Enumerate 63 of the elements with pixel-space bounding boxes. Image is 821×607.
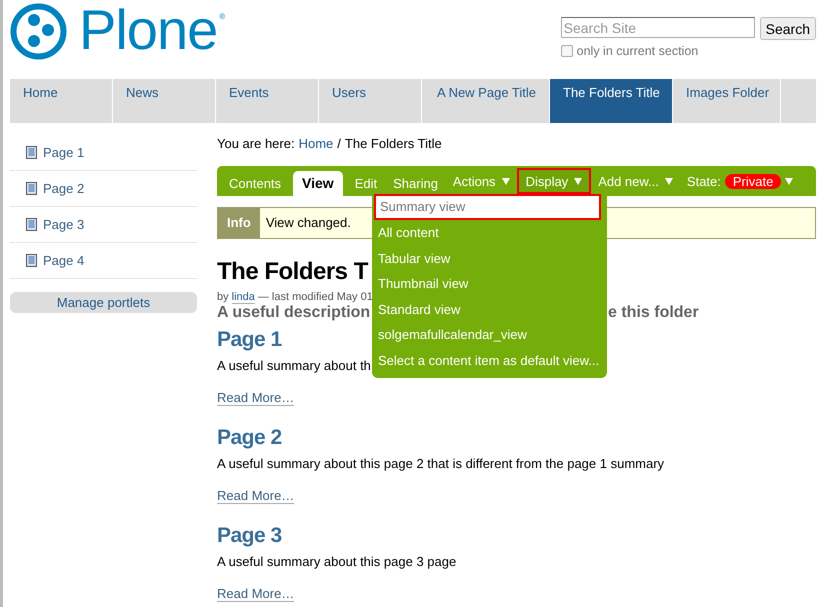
- page-icon: [26, 254, 37, 267]
- edit-tab[interactable]: Sharing: [385, 176, 446, 196]
- menu-button[interactable]: Actions: [446, 168, 517, 194]
- portlet-link[interactable]: Page 2: [43, 181, 84, 196]
- checkbox-label: only in current section: [576, 44, 698, 58]
- item-title-link[interactable]: Page 1: [217, 328, 282, 352]
- registered-mark: ®: [219, 12, 226, 21]
- page-title: The Folders T: [217, 258, 368, 286]
- read-more-link[interactable]: Read More…: [217, 390, 294, 406]
- nav-tab[interactable]: Users: [319, 79, 422, 123]
- breadcrumb-separator: /: [337, 136, 341, 153]
- byline-prefix: by: [217, 291, 229, 304]
- author-link[interactable]: linda: [232, 291, 255, 304]
- read-more-link[interactable]: Read More…: [217, 488, 294, 504]
- page-icon: [26, 146, 37, 159]
- menu-item[interactable]: Tabular view: [372, 246, 607, 271]
- menu-button[interactable]: Add new...: [591, 168, 680, 194]
- edit-tab[interactable]: View: [293, 171, 343, 196]
- item-title-link[interactable]: Page 2: [217, 426, 282, 450]
- state-label: State:: [686, 174, 721, 188]
- portlet-link[interactable]: Page 4: [43, 253, 84, 268]
- nav-tab[interactable]: The Folders Title: [550, 79, 673, 123]
- caret-icon: [574, 178, 582, 184]
- nav-tab-empty: [781, 79, 816, 123]
- item-title-link[interactable]: Page 3: [217, 524, 282, 548]
- description-text: A useful description: [217, 304, 370, 322]
- portlet-link[interactable]: Page 3: [43, 217, 84, 232]
- menu-item[interactable]: Summary view: [374, 194, 601, 220]
- item-summary: A useful summary about th: [217, 358, 371, 373]
- message-type: Info: [218, 208, 260, 238]
- search-button[interactable]: Search: [760, 17, 816, 40]
- breadcrumb-current: The Folders Title: [344, 136, 442, 153]
- page-icon: [26, 218, 37, 231]
- byline-date: — last modified May 01: [258, 291, 373, 304]
- checkbox[interactable]: [560, 45, 573, 57]
- nav-tab[interactable]: A New Page Title: [422, 79, 550, 123]
- manage-portlets-button[interactable]: Manage portlets: [10, 292, 197, 313]
- menu-item[interactable]: Standard view: [372, 296, 607, 322]
- caret-icon: [502, 178, 510, 184]
- search-field[interactable]: Search Site: [560, 17, 755, 38]
- nav-tab[interactable]: News: [113, 79, 216, 123]
- item-summary: A useful summary about this page 2 that is different from the page 1 summary: [217, 456, 664, 471]
- caret-icon: [664, 178, 673, 184]
- logo-text: Plone: [79, 2, 218, 58]
- breadcrumb-link[interactable]: Home: [298, 136, 334, 166]
- nav-tab[interactable]: Images Folder: [673, 79, 781, 123]
- nav-tab[interactable]: Home: [10, 79, 113, 123]
- menu-item[interactable]: Thumbnail view: [372, 271, 607, 296]
- nav-tab[interactable]: Events: [216, 79, 319, 123]
- edit-tab[interactable]: Edit: [346, 176, 386, 196]
- menu-button[interactable]: Display: [516, 168, 592, 194]
- item-summary: A useful summary about this page 3 page: [217, 554, 456, 569]
- state-badge[interactable]: Private: [724, 174, 782, 188]
- menu-item[interactable]: solgemafullcalendar_view: [372, 322, 607, 348]
- logo-icon: [10, 3, 67, 60]
- page-icon: [26, 182, 37, 195]
- read-more-link[interactable]: Read More…: [217, 586, 294, 602]
- portlet-link[interactable]: Page 1: [43, 145, 84, 160]
- caret-icon: [785, 178, 794, 184]
- edit-tab[interactable]: Contents: [221, 176, 290, 196]
- breadcrumb-label: You are here:: [217, 136, 295, 153]
- menu-item[interactable]: Select a content item as default view...: [372, 348, 607, 373]
- description-text: e this folder: [608, 304, 699, 322]
